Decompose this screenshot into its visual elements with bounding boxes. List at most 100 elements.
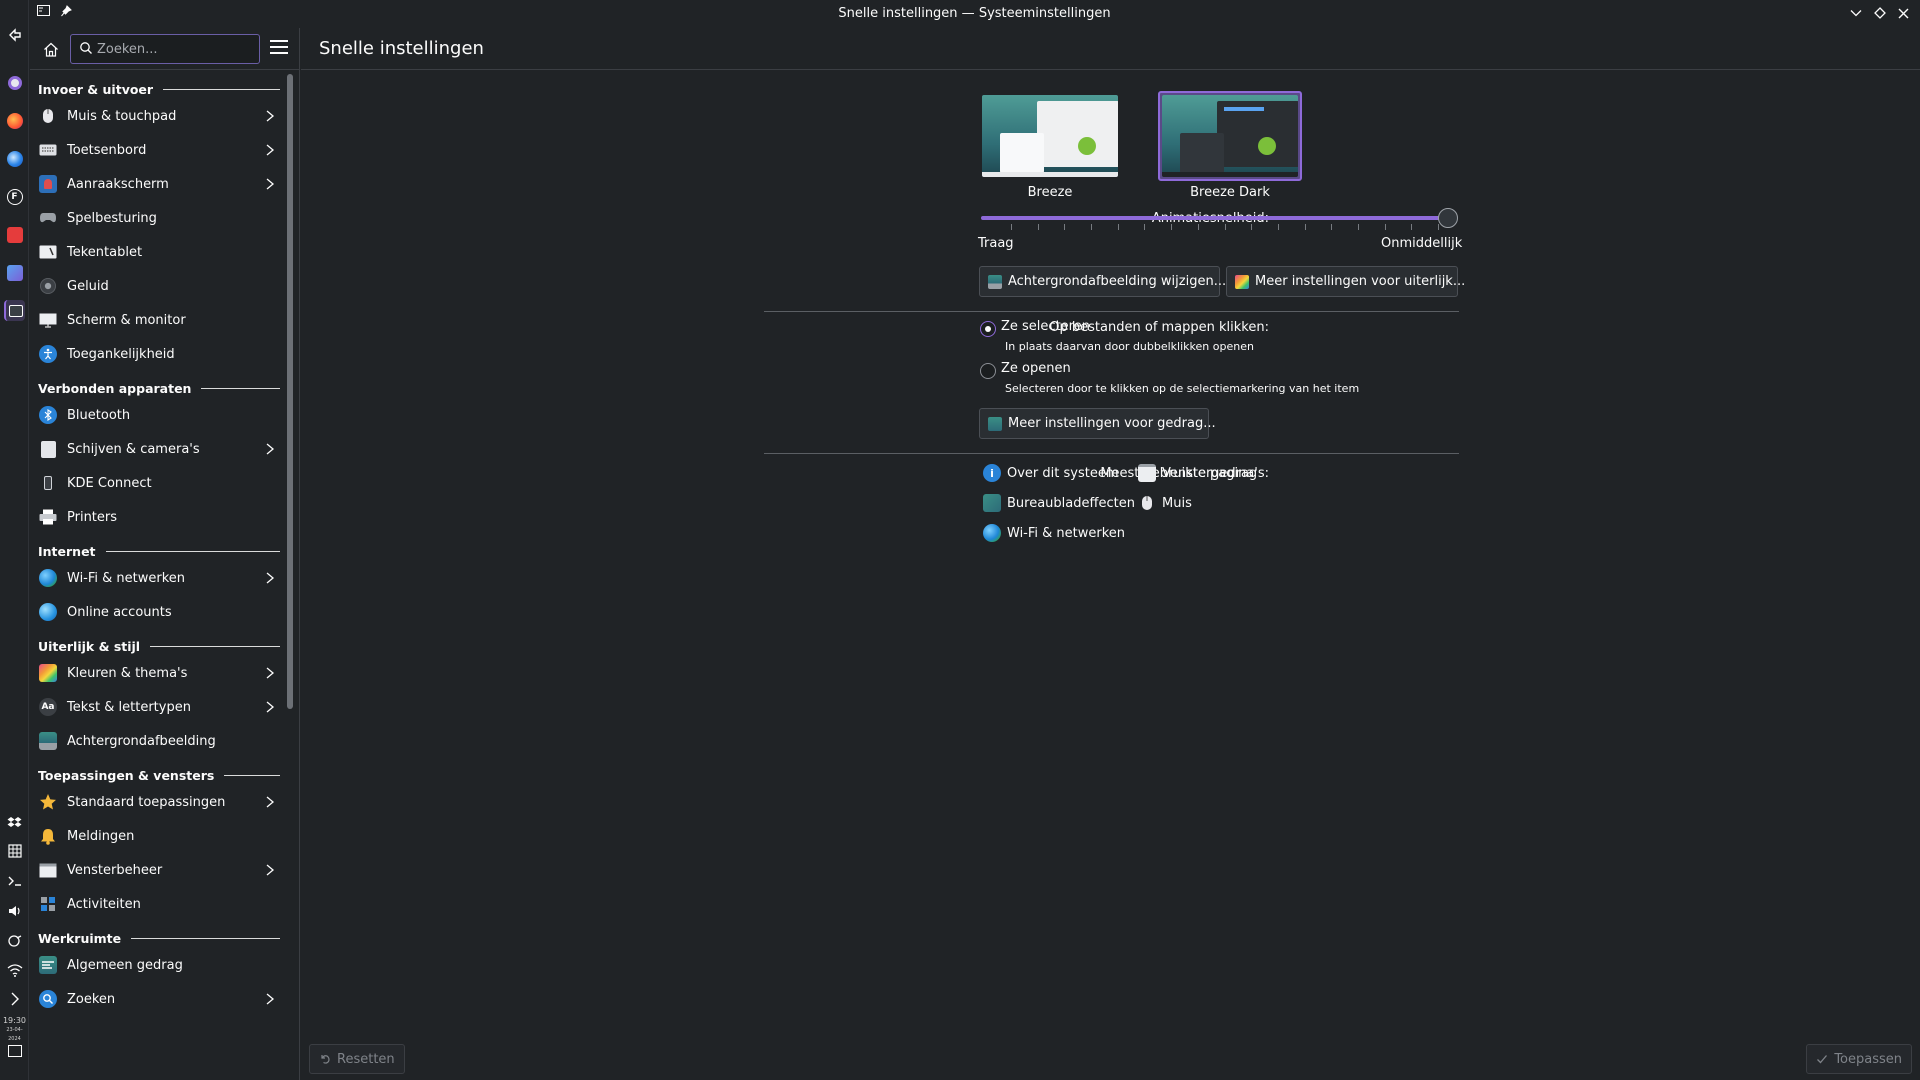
kde-overview-icon[interactable]	[4, 24, 25, 45]
minimize-icon[interactable]	[1847, 4, 1865, 22]
sidebar-item-printers[interactable]: Printers	[30, 502, 280, 532]
apply-button[interactable]: Toepassen	[1806, 1044, 1912, 1074]
checkmark-icon	[1817, 1055, 1828, 1064]
wifi-icon[interactable]	[4, 960, 25, 981]
open-hint: Selecteren door te klikken op de selecti…	[1005, 382, 1360, 395]
button-label: Resetten	[337, 1051, 395, 1067]
open-radio[interactable]	[980, 363, 996, 379]
clock-time[interactable]: 19:30	[0, 1016, 29, 1025]
expand-tray-icon[interactable]	[4, 988, 25, 1009]
mouse-icon	[39, 107, 57, 125]
touchscreen-icon	[39, 175, 57, 193]
hamburger-menu-icon[interactable]	[270, 40, 288, 58]
sidebar-header	[30, 28, 300, 70]
fsearch-icon[interactable]: F	[4, 186, 25, 207]
sidebar-item-sound[interactable]: Geluid	[30, 271, 280, 301]
slider-tick	[1438, 224, 1439, 230]
sidebar-item-keyboard[interactable]: Toetsenbord	[30, 135, 280, 165]
scrollbar-thumb[interactable]	[287, 74, 293, 709]
sidebar-item-disks-cameras[interactable]: Schijven & camera's	[30, 434, 280, 464]
sidebar-item-display-monitor[interactable]: Scherm & monitor	[30, 305, 280, 335]
sidebar-item-mouse-touchpad[interactable]: Muis & touchpad	[30, 101, 280, 131]
search-input[interactable]	[97, 39, 255, 59]
more-appearance-button[interactable]: Meer instellingen voor uiterlijk...	[1226, 266, 1465, 297]
open-option-label[interactable]: Ze openen	[1001, 361, 1071, 376]
sidebar-item-label: Meldingen	[67, 828, 135, 844]
sidebar-item-label: Geluid	[67, 278, 109, 294]
volume-icon[interactable]	[4, 900, 25, 921]
sidebar-scrollbar[interactable]	[285, 74, 295, 1072]
chevron-right-icon	[266, 864, 275, 876]
terminal-icon[interactable]	[4, 870, 25, 891]
chevron-right-icon	[266, 144, 275, 156]
sidebar-item-game-controller[interactable]: Spelbesturing	[30, 203, 280, 233]
home-icon[interactable]	[40, 38, 62, 60]
close-icon[interactable]	[1894, 4, 1912, 22]
bluetooth-icon	[39, 406, 57, 424]
most-used-wifi-networks[interactable]: Wi-Fi & netwerken	[983, 521, 1125, 545]
sidebar-item-label: Achtergrondafbeelding	[67, 733, 216, 749]
slider-handle[interactable]	[1438, 208, 1458, 228]
slider-tick	[1411, 224, 1413, 230]
select-radio[interactable]	[980, 321, 996, 337]
flathub-icon[interactable]	[4, 224, 25, 245]
clipboard-icon[interactable]	[4, 840, 25, 861]
theme-breeze-dark-card[interactable]	[1158, 91, 1302, 181]
sidebar-item-window-management[interactable]: Vensterbeheer	[30, 855, 280, 885]
dropbox-icon[interactable]	[4, 812, 25, 833]
most-used-mouse[interactable]: Muis	[1138, 491, 1192, 515]
theme-breeze-dark-label: Breeze Dark	[1190, 185, 1270, 200]
slider-tick	[1091, 224, 1093, 230]
search-field[interactable]	[70, 34, 260, 64]
sidebar-item-accessibility[interactable]: Toegankelijkheid	[30, 339, 280, 369]
thunderbird-icon[interactable]	[4, 148, 25, 169]
category-label: Invoer & uitvoer	[38, 81, 154, 97]
sidebar-item-wifi-networks[interactable]: Wi-Fi & netwerken	[30, 563, 280, 593]
sidebar-item-kde-connect[interactable]: KDE Connect	[30, 468, 280, 498]
slider-tick	[1171, 224, 1173, 230]
sidebar: Invoer & uitvoer Muis & touchpad Toetsen…	[30, 28, 300, 1080]
star-icon	[39, 793, 57, 811]
select-option-label[interactable]: Ze selecteren	[1001, 319, 1090, 334]
select-hint: In plaats daarvan door dubbelklikken ope…	[1005, 340, 1254, 353]
discover-icon[interactable]	[4, 262, 25, 283]
sidebar-item-default-applications[interactable]: Standaard toepassingen	[30, 787, 280, 817]
sidebar-item-general-behavior[interactable]: Algemeen gedrag	[30, 950, 280, 980]
keyboard-icon	[39, 141, 57, 159]
maximize-icon[interactable]	[1871, 4, 1889, 22]
animation-speed-slider[interactable]	[981, 216, 1448, 220]
theme-breeze-card[interactable]	[978, 91, 1122, 181]
most-used-window-behavior[interactable]: Venstergedrag	[1138, 461, 1257, 485]
category-internet: Internet	[38, 541, 280, 561]
kde-connect-tray-icon[interactable]	[4, 930, 25, 951]
wallpaper-icon	[39, 732, 57, 750]
general-behavior-icon	[988, 416, 1002, 431]
reset-button[interactable]: Resetten	[309, 1044, 405, 1074]
slider-tick	[1277, 224, 1279, 230]
sidebar-item-activities[interactable]: Activiteiten	[30, 889, 280, 919]
sidebar-item-touchscreen[interactable]: Aanraakscherm	[30, 169, 280, 199]
colors-icon	[1235, 274, 1249, 289]
sidebar-item-wallpaper[interactable]: Achtergrondafbeelding	[30, 726, 280, 756]
application-launcher-icon[interactable]	[4, 72, 25, 93]
sidebar-item-drawing-tablet[interactable]: Tekentablet	[30, 237, 280, 267]
sidebar-item-bluetooth[interactable]: Bluetooth	[30, 400, 280, 430]
more-behavior-button[interactable]: Meer instellingen voor gedrag...	[979, 408, 1216, 439]
sidebar-item-notifications[interactable]: Meldingen	[30, 821, 280, 851]
change-wallpaper-button[interactable]: Achtergrondafbeelding wijzigen...	[979, 266, 1226, 297]
most-used-desktop-effects[interactable]: Bureaubladeffecten	[983, 491, 1135, 515]
most-used-about-system[interactable]: i Over dit systeem	[983, 461, 1119, 485]
info-icon: i	[983, 464, 1001, 482]
button-label: Achtergrondafbeelding wijzigen...	[1008, 274, 1227, 289]
sidebar-item-text-fonts[interactable]: Aa Tekst & lettertypen	[30, 692, 280, 722]
slider-tick	[1117, 224, 1119, 230]
sidebar-item-online-accounts[interactable]: Online accounts	[30, 597, 280, 627]
sidebar-item-colors-themes[interactable]: Kleuren & thema's	[30, 658, 280, 688]
firefox-icon[interactable]	[4, 110, 25, 131]
sidebar-item-search[interactable]: Zoeken	[30, 984, 280, 1014]
chevron-right-icon	[266, 178, 275, 190]
show-desktop-icon[interactable]	[4, 1040, 25, 1061]
globe-icon	[39, 569, 57, 587]
slider-tick	[1064, 224, 1066, 230]
system-settings-task-icon[interactable]	[4, 300, 25, 321]
